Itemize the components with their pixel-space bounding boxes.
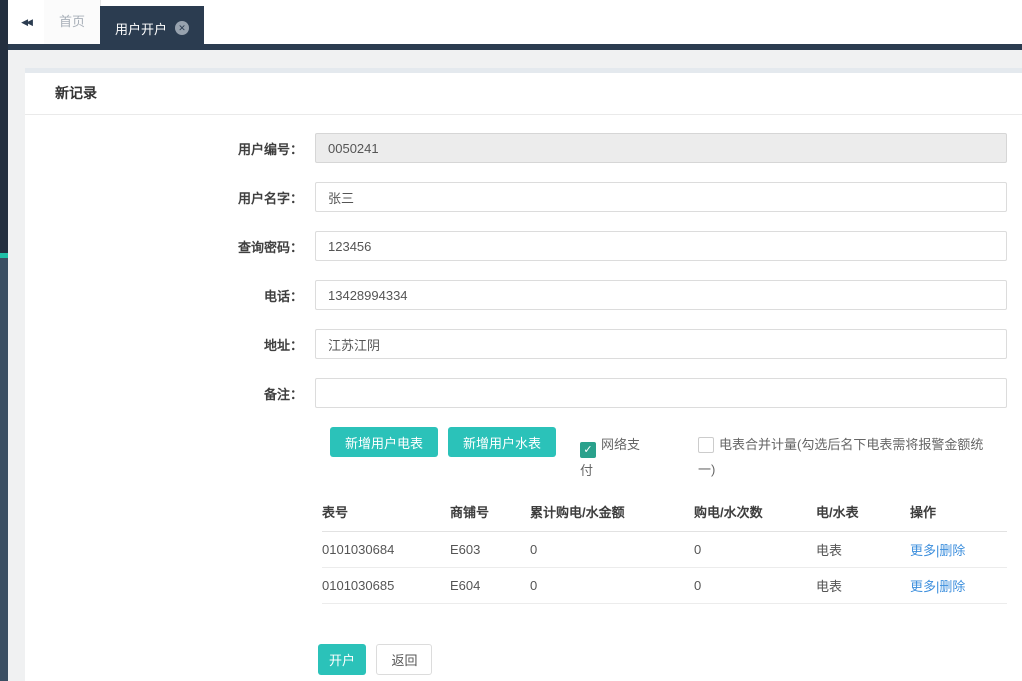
query-password-label: 查询密码： bbox=[237, 239, 303, 255]
phone-label: 电话： bbox=[263, 288, 303, 304]
return-button[interactable]: 返回 bbox=[376, 644, 433, 675]
cell-total-amount: 0 bbox=[530, 567, 694, 604]
address-input[interactable] bbox=[315, 329, 1007, 359]
meter-merge-label: 电表合并计量(勾选后名下电表需将报警金额统一) bbox=[698, 437, 984, 477]
tab-active-label: 用户开户 bbox=[115, 21, 168, 37]
cell-meter-no: 0101030685 bbox=[322, 567, 450, 604]
double-left-arrow-icon: ◀◀ bbox=[21, 17, 33, 27]
delete-link[interactable]: 删除 bbox=[939, 543, 965, 558]
col-meter-no: 表号 bbox=[322, 497, 450, 532]
collapsed-sidebar bbox=[0, 0, 8, 681]
cell-shop-no: E604 bbox=[450, 567, 530, 604]
address-label: 地址： bbox=[263, 337, 303, 353]
remark-input[interactable] bbox=[315, 378, 1007, 408]
meter-merge-checkbox-group[interactable]: 电表合并计量(勾选后名下电表需将报警金额统一) bbox=[698, 432, 998, 482]
user-name-label: 用户名字： bbox=[237, 190, 303, 206]
col-shop-no: 商铺号 bbox=[450, 497, 530, 532]
cell-purchase-count: 0 bbox=[694, 531, 816, 568]
meter-toolbar: 新增用户电表 新增用户水表 ✓ 网络支付 电表合并计量(勾选后名下电表需将报警金额… bbox=[330, 427, 1022, 483]
cell-meter-type: 电表 bbox=[816, 567, 910, 604]
new-record-panel: 新记录 用户编号： 用户名字： 查询密码： 电话： 地址： bbox=[25, 68, 1022, 681]
add-water-meter-button[interactable]: 新增用户水表 bbox=[448, 427, 557, 457]
cell-total-amount: 0 bbox=[530, 531, 694, 568]
cell-meter-no: 0101030684 bbox=[322, 531, 450, 568]
form-row: 备注： bbox=[25, 378, 1022, 408]
col-meter-type: 电/水表 bbox=[816, 497, 910, 532]
form-row: 用户名字： bbox=[25, 182, 1022, 212]
delete-link[interactable]: 删除 bbox=[939, 579, 965, 594]
cell-shop-no: E603 bbox=[450, 531, 530, 568]
table-row: 0101030685 E604 0 0 电表 更多|删除 bbox=[322, 567, 1007, 604]
user-id-input bbox=[315, 133, 1007, 163]
meter-table: 表号 商铺号 累计购电/水金额 购电/水次数 电/水表 操作 010103068… bbox=[322, 497, 1007, 604]
network-payment-checkbox[interactable]: ✓ bbox=[580, 442, 597, 458]
more-link[interactable]: 更多 bbox=[910, 543, 936, 558]
phone-input[interactable] bbox=[315, 280, 1007, 310]
tab-home[interactable]: 首页 bbox=[44, 0, 101, 44]
add-electric-meter-button[interactable]: 新增用户电表 bbox=[330, 427, 439, 457]
more-link[interactable]: 更多 bbox=[910, 579, 936, 594]
col-purchase-count: 购电/水次数 bbox=[694, 497, 816, 532]
form-actions: 开户 返回 bbox=[318, 644, 1022, 675]
meter-merge-checkbox[interactable] bbox=[698, 437, 715, 453]
open-account-button[interactable]: 开户 bbox=[318, 644, 367, 675]
col-operations: 操作 bbox=[910, 497, 1007, 532]
panel-title: 新记录 bbox=[25, 73, 1022, 115]
network-payment-checkbox-group[interactable]: ✓ 网络支付 bbox=[580, 432, 650, 483]
form-row: 用户编号： bbox=[25, 133, 1022, 163]
sidebar-collapse-button[interactable]: ◀◀ bbox=[8, 0, 45, 44]
cell-meter-type: 电表 bbox=[816, 531, 910, 568]
cell-operations: 更多|删除 bbox=[910, 567, 1007, 604]
form-row: 地址： bbox=[25, 329, 1022, 359]
query-password-input[interactable] bbox=[315, 231, 1007, 261]
form-row: 查询密码： bbox=[25, 231, 1022, 261]
tab-home-label: 首页 bbox=[58, 14, 85, 29]
cell-purchase-count: 0 bbox=[694, 567, 816, 604]
tab-user-account-opening[interactable]: 用户开户 ✕ bbox=[100, 6, 205, 50]
table-header-row: 表号 商铺号 累计购电/水金额 购电/水次数 电/水表 操作 bbox=[322, 497, 1007, 532]
checkmark-icon: ✓ bbox=[583, 444, 593, 456]
user-name-input[interactable] bbox=[315, 182, 1007, 212]
form-row: 电话： bbox=[25, 280, 1022, 310]
col-total-amount: 累计购电/水金额 bbox=[530, 497, 694, 532]
close-tab-icon[interactable]: ✕ bbox=[175, 21, 190, 35]
sidebar-lower-section bbox=[0, 258, 8, 681]
table-row: 0101030684 E603 0 0 电表 更多|删除 bbox=[322, 531, 1007, 568]
cell-operations: 更多|删除 bbox=[910, 531, 1007, 568]
user-id-label: 用户编号： bbox=[237, 141, 303, 157]
app-screen: ◀◀ 首页 用户开户 ✕ 新记录 用户编号： 用户名字： 查询密码： bbox=[0, 0, 1022, 681]
tab-bar: ◀◀ 首页 用户开户 ✕ bbox=[8, 0, 1022, 50]
account-form: 用户编号： 用户名字： 查询密码： 电话： 地址： 备注： bbox=[25, 133, 1022, 408]
remark-label: 备注： bbox=[263, 386, 303, 402]
